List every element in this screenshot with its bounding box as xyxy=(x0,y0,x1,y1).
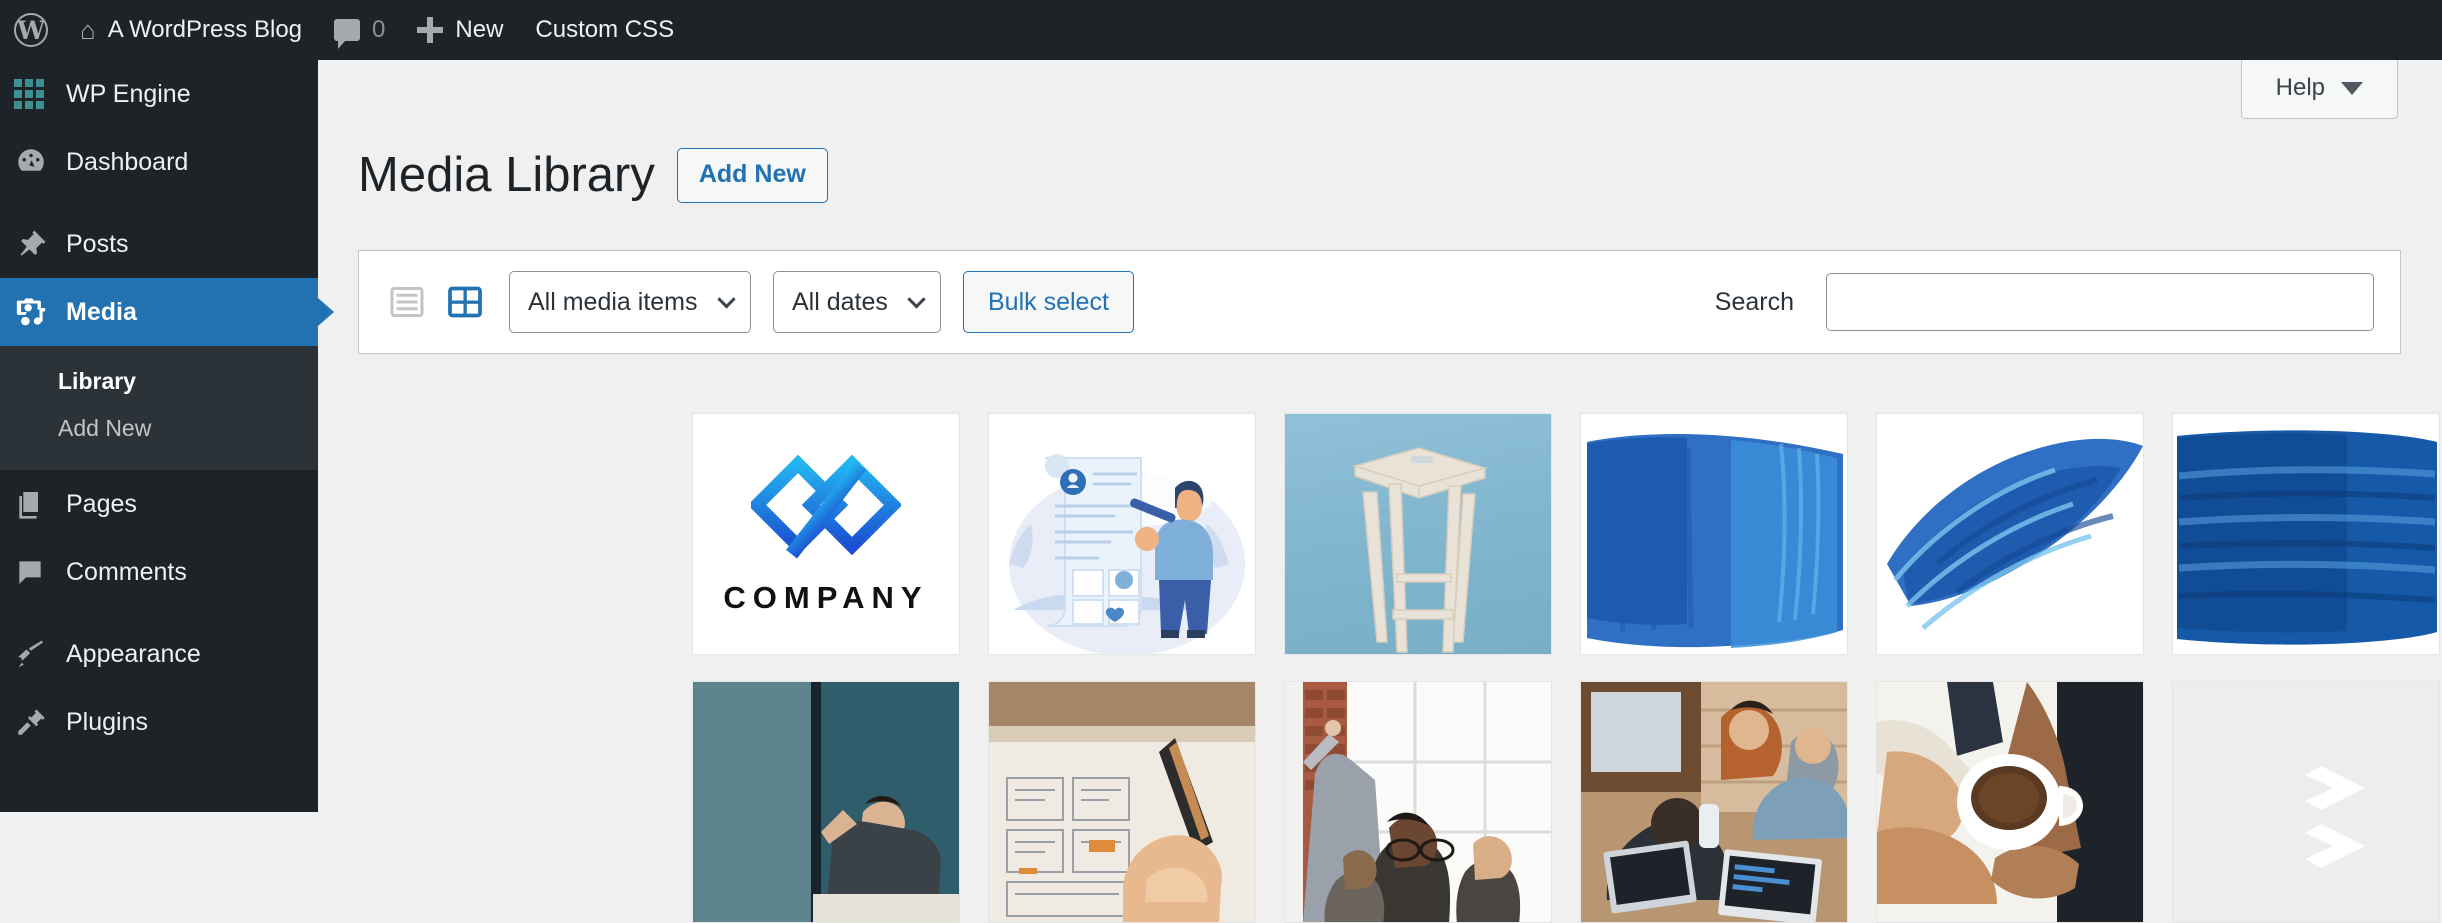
admin-bar-wp-logo[interactable]: W xyxy=(0,0,64,60)
sidebar-item-label: WP Engine xyxy=(66,79,191,108)
resume-illustration-art xyxy=(989,414,1255,654)
search-label: Search xyxy=(1714,287,1794,316)
wooden-stool-art xyxy=(1285,414,1551,654)
plug-icon xyxy=(14,705,66,739)
wordpress-logo-icon: W xyxy=(14,13,48,47)
admin-bar-custom-css[interactable]: Custom CSS xyxy=(519,0,690,60)
admin-sidebar: WP Engine Dashboard Posts Media Library … xyxy=(0,60,318,812)
help-button[interactable]: Help xyxy=(2240,60,2398,119)
media-item-company-logo[interactable]: COMPANY xyxy=(692,413,960,655)
admin-bar-site-name[interactable]: ⌂ A WordPress Blog xyxy=(64,0,318,60)
media-item-person-relaxing-photo[interactable] xyxy=(692,681,960,923)
media-grid: COMPANY xyxy=(692,413,2442,923)
admin-bar-new[interactable]: New xyxy=(401,0,519,60)
sidebar-item-label: Plugins xyxy=(66,707,148,736)
total-logo-grey-1-art xyxy=(2173,682,2439,922)
sidebar-item-pages[interactable]: Pages xyxy=(0,470,318,538)
sidebar-item-label: Comments xyxy=(66,557,187,586)
chevron-down-icon xyxy=(2341,81,2363,95)
sidebar-item-dashboard[interactable]: Dashboard xyxy=(0,128,318,196)
media-type-filter[interactable]: All media items xyxy=(509,271,751,333)
wp-engine-grid-icon xyxy=(14,79,66,109)
media-item-wireframe-sketch-photo[interactable] xyxy=(988,681,1256,923)
media-filter-wrap: All media items xyxy=(509,271,773,333)
media-item-coworking-team-photo[interactable] xyxy=(1580,681,1848,923)
add-new-button[interactable]: Add New xyxy=(676,148,828,203)
home-icon: ⌂ xyxy=(80,15,96,45)
comment-bubble-icon xyxy=(334,19,361,49)
page-title: Media Library xyxy=(358,147,655,202)
blue-paint-stroke-2-art xyxy=(1877,414,2143,654)
coffee-cup-art xyxy=(1877,682,2143,922)
diamond-logo-icon xyxy=(747,452,903,574)
coworking-team-art xyxy=(1581,682,1847,922)
wireframe-sketch-art xyxy=(989,682,1255,922)
sidebar-item-label: Media xyxy=(66,297,137,326)
plus-icon xyxy=(417,17,444,43)
date-filter-wrap: All dates xyxy=(773,271,963,333)
search-input[interactable] xyxy=(1826,273,2374,331)
media-item-wooden-stool-photo[interactable] xyxy=(1284,413,1552,655)
paintbrush-icon xyxy=(14,637,66,671)
media-item-whiteboard-team-photo[interactable] xyxy=(1284,681,1552,923)
date-filter[interactable]: All dates xyxy=(773,271,941,333)
logo-wordmark: COMPANY xyxy=(723,580,929,615)
media-toolbar: All media items All dates Bulk select Se… xyxy=(358,250,2401,354)
comments-count: 0 xyxy=(372,16,386,43)
sidebar-item-appearance[interactable]: Appearance xyxy=(0,620,318,688)
media-camera-music-icon xyxy=(14,295,66,329)
search-group: Search xyxy=(1715,273,2374,331)
sidebar-item-label: Posts xyxy=(66,229,129,258)
bulk-select-button[interactable]: Bulk select xyxy=(963,271,1134,333)
pin-icon xyxy=(14,227,66,261)
admin-bar: W ⌂ A WordPress Blog 0 New Custom CSS xyxy=(0,0,2442,60)
person-relaxing-art xyxy=(693,682,959,922)
sidebar-item-label: Appearance xyxy=(66,639,201,668)
sidebar-item-label: Pages xyxy=(66,489,137,518)
submenu-item-library[interactable]: Library xyxy=(0,358,318,405)
media-item-total-logo-grey-1[interactable] xyxy=(2172,681,2440,923)
sidebar-item-comments[interactable]: Comments xyxy=(0,538,318,606)
sidebar-item-wp-engine[interactable]: WP Engine xyxy=(0,60,318,128)
pages-stack-icon xyxy=(14,488,66,520)
sidebar-item-plugins[interactable]: Plugins xyxy=(0,688,318,756)
media-item-blue-paint-stroke-1[interactable] xyxy=(1580,413,1848,655)
new-label: New xyxy=(455,16,504,43)
media-item-blue-paint-stroke-2[interactable] xyxy=(1876,413,2144,655)
custom-css-label: Custom CSS xyxy=(535,16,675,43)
media-item-blue-paint-stroke-3[interactable] xyxy=(2172,413,2440,655)
comment-bubble-icon xyxy=(14,556,66,588)
submenu-item-add-new[interactable]: Add New xyxy=(0,405,318,452)
page-header: Media Library Add New xyxy=(358,148,828,203)
grid-view-icon[interactable] xyxy=(443,280,487,324)
sidebar-divider xyxy=(0,606,318,620)
sidebar-divider xyxy=(0,196,318,210)
sidebar-item-media[interactable]: Media xyxy=(0,278,318,346)
company-logo-art: COMPANY xyxy=(693,414,959,654)
site-name-label: A WordPress Blog xyxy=(107,16,303,43)
admin-bar-comments[interactable]: 0 xyxy=(318,0,401,60)
blue-paint-stroke-3-art xyxy=(2173,414,2439,654)
list-view-icon[interactable] xyxy=(385,280,429,324)
media-submenu: Library Add New xyxy=(0,346,318,470)
help-tab-wrap: Help xyxy=(2240,60,2398,119)
main-content: Help Media Library Add New All media ite… xyxy=(318,60,2442,923)
blue-paint-stroke-1-art xyxy=(1581,414,1847,654)
dashboard-gauge-icon xyxy=(14,145,66,179)
sidebar-item-posts[interactable]: Posts xyxy=(0,210,318,278)
sidebar-item-label: Dashboard xyxy=(66,147,189,176)
help-label: Help xyxy=(2275,74,2325,101)
submenu-item-label: Library xyxy=(58,368,136,394)
submenu-item-label: Add New xyxy=(58,415,152,441)
view-switcher xyxy=(385,280,487,324)
media-item-coffee-cup-photo[interactable] xyxy=(1876,681,2144,923)
whiteboard-team-art xyxy=(1285,682,1551,922)
media-item-resume-illustration[interactable] xyxy=(988,413,1256,655)
